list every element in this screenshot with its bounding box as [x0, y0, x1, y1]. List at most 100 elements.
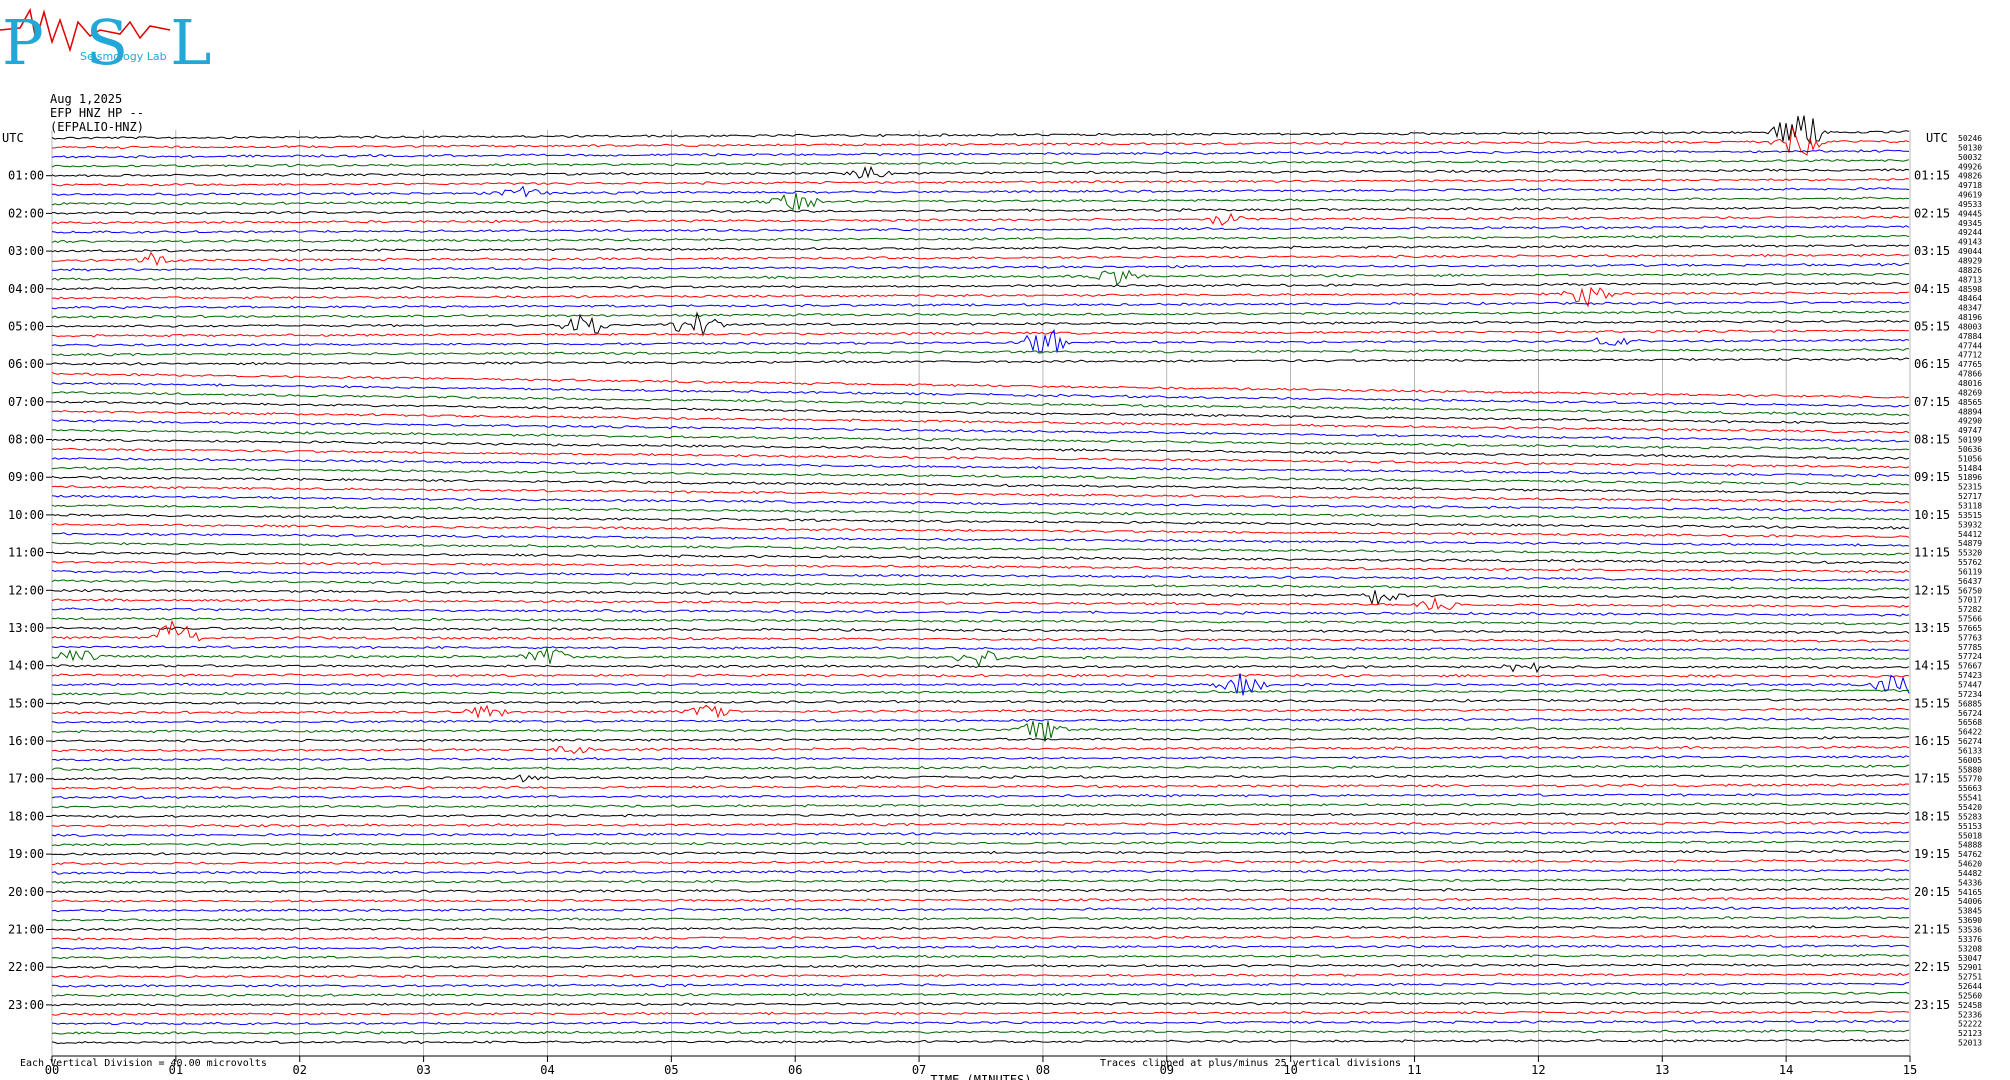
seismic-trace — [51, 251, 1910, 267]
seismic-trace — [51, 1010, 1910, 1016]
seismic-trace — [51, 717, 1910, 724]
trace-count-label: 48894 — [1958, 407, 1982, 416]
right-utc-label: UTC — [1926, 131, 1948, 145]
trace-count-label: 49143 — [1958, 238, 1982, 247]
trace-count-label: 57566 — [1958, 615, 1982, 624]
right-hour-label: 19:15 — [1914, 847, 1950, 861]
logo-letters: PSL — [2, 6, 240, 79]
seismic-trace — [51, 185, 1910, 198]
trace-count-label: 57724 — [1958, 652, 1982, 661]
trace-count-label: 53845 — [1958, 907, 1982, 916]
trace-count-label: 56119 — [1958, 567, 1982, 576]
trace-count-label: 53536 — [1958, 926, 1982, 935]
x-tick-label: 02 — [293, 1063, 307, 1077]
right-hour-label: 22:15 — [1914, 960, 1950, 974]
seismic-trace — [51, 225, 1910, 234]
seismic-trace — [51, 821, 1910, 828]
seismic-trace — [52, 720, 1910, 742]
seismic-trace — [51, 300, 1910, 310]
x-tick-label: 06 — [788, 1063, 802, 1077]
left-hour-label: 08:00 — [8, 433, 44, 447]
left-hour-label: 02:00 — [8, 206, 44, 220]
x-tick-label: 11 — [1407, 1063, 1421, 1077]
trace-count-label: 49345 — [1958, 219, 1982, 228]
seismic-trace — [51, 551, 1910, 565]
trace-count-label: 57282 — [1958, 605, 1982, 614]
header-date: Aug 1,2025 — [50, 92, 123, 106]
trace-count-label: 49244 — [1958, 228, 1982, 237]
seismic-trace — [51, 177, 1910, 187]
seismic-trace — [51, 1001, 1910, 1007]
seismic-trace — [51, 126, 1910, 156]
trace-count-label: 48464 — [1958, 294, 1982, 303]
trace-count-label: 54165 — [1958, 888, 1982, 897]
header-station: EFP HNZ HP -- — [50, 106, 144, 120]
trace-count-label: 53690 — [1958, 916, 1982, 925]
trace-count-label: 49445 — [1958, 209, 1982, 218]
trace-count-label: 52751 — [1958, 973, 1982, 982]
seismic-trace — [51, 972, 1910, 979]
x-axis-label: TIME (MINUTES) — [930, 1073, 1031, 1080]
right-hour-label: 17:15 — [1914, 772, 1950, 786]
right-hour-label: 11:15 — [1914, 546, 1950, 560]
right-hour-label: 20:15 — [1914, 885, 1950, 899]
seismic-trace — [51, 673, 1910, 678]
trace-count-label: 50246 — [1958, 134, 1982, 143]
seismic-trace — [51, 626, 1910, 634]
left-hour-label: 04:00 — [8, 282, 44, 296]
right-hour-label: 21:15 — [1914, 923, 1950, 937]
trace-count-label: 49533 — [1958, 200, 1982, 209]
seismic-trace — [51, 887, 1910, 894]
right-hour-label: 09:15 — [1914, 470, 1950, 484]
seismic-trace — [51, 859, 1910, 866]
trace-count-label: 50199 — [1958, 436, 1982, 445]
seismic-trace — [51, 428, 1910, 451]
trace-count-label: 54006 — [1958, 897, 1982, 906]
seismic-trace — [51, 158, 1910, 168]
seismic-trace — [51, 1038, 1910, 1045]
seismic-trace — [51, 560, 1910, 574]
seismic-trace — [51, 698, 1910, 705]
trace-count-label: 52336 — [1958, 1010, 1982, 1019]
seismic-trace — [51, 607, 1910, 617]
seismic-trace — [51, 736, 1910, 743]
trace-count-label: 47884 — [1958, 332, 1982, 341]
x-tick-label: 05 — [664, 1063, 678, 1077]
trace-count-label: 48196 — [1958, 313, 1982, 322]
trace-count-label: 57234 — [1958, 690, 1982, 699]
clip-note: Traces clipped at plus/minus 25 vertical… — [1100, 1058, 1402, 1069]
trace-count-label: 56005 — [1958, 756, 1982, 765]
seismic-trace — [51, 419, 1910, 443]
seismic-trace — [51, 588, 1910, 606]
trace-count-label: 57447 — [1958, 681, 1982, 690]
trace-count-label: 55153 — [1958, 822, 1982, 831]
left-hour-label: 10:00 — [8, 508, 44, 522]
trace-count-label: 56437 — [1958, 577, 1982, 586]
seismic-trace — [51, 878, 1910, 884]
trace-count-label: 50636 — [1958, 445, 1982, 454]
seismic-trace — [51, 783, 1910, 790]
left-hour-label: 23:00 — [8, 998, 44, 1012]
seismic-trace — [51, 282, 1910, 291]
trace-count-label: 53047 — [1958, 954, 1982, 963]
trace-count-label: 53515 — [1958, 511, 1982, 520]
seismic-trace — [51, 764, 1910, 772]
left-hour-label: 17:00 — [8, 772, 44, 786]
seismic-trace — [51, 569, 1910, 582]
x-tick-label: 15 — [1903, 1063, 1917, 1077]
seismic-trace — [51, 906, 1910, 913]
trace-count-label: 52560 — [1958, 991, 1982, 1000]
right-hour-label: 16:15 — [1914, 734, 1950, 748]
seismic-trace — [51, 115, 1910, 145]
seismic-trace — [51, 438, 1910, 460]
x-tick-label: 07 — [912, 1063, 926, 1077]
trace-count-label: 47765 — [1958, 360, 1982, 369]
trace-count-label: 55320 — [1958, 549, 1982, 558]
trace-count-label: 56422 — [1958, 728, 1982, 737]
seismic-trace — [51, 391, 1910, 417]
left-hour-label: 20:00 — [8, 885, 44, 899]
trace-count-label: 53376 — [1958, 935, 1982, 944]
seismic-trace — [51, 773, 1909, 783]
seismic-trace — [51, 849, 1910, 856]
seismic-trace — [51, 661, 1910, 674]
